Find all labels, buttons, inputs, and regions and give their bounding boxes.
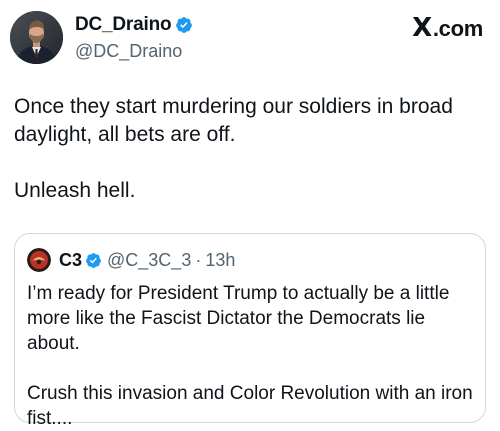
tweet-body: Once they start murdering our soldiers i… bbox=[14, 93, 490, 205]
verified-badge-icon bbox=[176, 17, 193, 33]
tweet-paragraph: Unleash hell. bbox=[14, 179, 136, 202]
author-info: DC_Draino @DC_Draino bbox=[75, 13, 193, 62]
quoted-author-handle[interactable]: @C_3C_3 bbox=[107, 250, 191, 271]
verified-badge-icon bbox=[86, 252, 101, 268]
author-name-row: DC_Draino bbox=[75, 13, 193, 37]
author-display-name[interactable]: DC_Draino bbox=[75, 14, 172, 36]
quoted-author-display-name[interactable]: C3 bbox=[59, 250, 82, 271]
author-handle[interactable]: @DC_Draino bbox=[75, 41, 193, 62]
tweet-card: DC_Draino @DC_Draino X.com Once they sta… bbox=[0, 0, 500, 429]
quoted-tweet-header: C3 @C_3C_3 · 13h bbox=[27, 248, 235, 272]
quoted-author-avatar[interactable] bbox=[27, 248, 51, 272]
separator-dot: · bbox=[195, 249, 202, 270]
avatar-man-in-suit-icon bbox=[10, 11, 63, 64]
quoted-tweet-timestamp[interactable]: 13h bbox=[205, 250, 235, 271]
quoted-tweet-card[interactable]: C3 @C_3C_3 · 13h I’m ready for President… bbox=[14, 233, 486, 429]
x-com-label: X.com bbox=[412, 13, 483, 43]
site-domain: com bbox=[438, 16, 484, 41]
tweet-paragraph: Once they start murdering our soldiers i… bbox=[14, 95, 453, 146]
avatar-red-logo-icon bbox=[27, 248, 51, 272]
quoted-tweet-paragraph: Crush this invasion and Color Revolution… bbox=[27, 383, 473, 429]
x-logo-icon: X bbox=[412, 13, 432, 43]
author-avatar[interactable] bbox=[10, 11, 63, 64]
quoted-tweet-body: I’m ready for President Trump to actuall… bbox=[27, 281, 477, 431]
quoted-tweet-paragraph: I’m ready for President Trump to actuall… bbox=[27, 283, 450, 354]
